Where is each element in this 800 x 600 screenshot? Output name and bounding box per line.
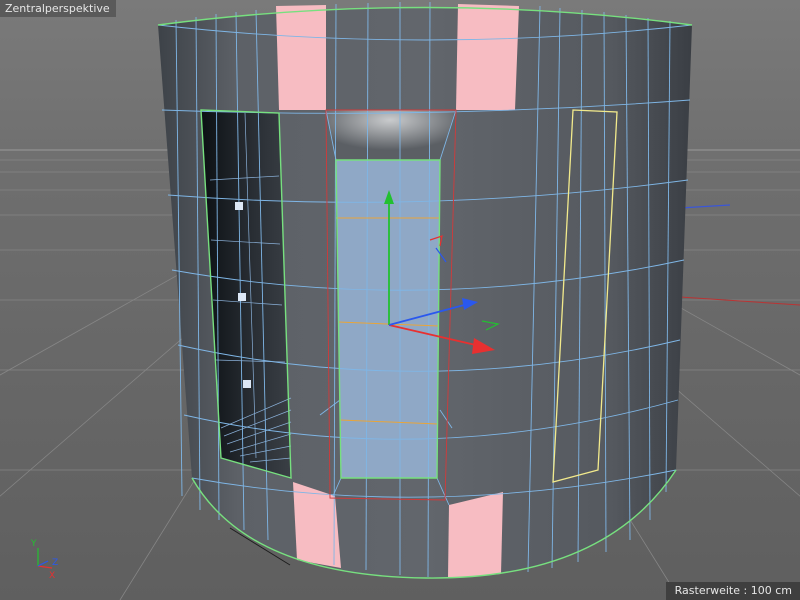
grid-spacing-value: 100 cm xyxy=(750,584,792,597)
axis-label-y: Y xyxy=(30,539,37,549)
highlight-face-top-right[interactable] xyxy=(456,4,519,110)
viewport-3d[interactable]: Y Z X Zentralperspektive Rasterweite : 1… xyxy=(0,0,800,600)
cylinder-object[interactable] xyxy=(157,1,693,579)
selected-face-front[interactable] xyxy=(336,160,440,478)
inner-shaft xyxy=(325,110,455,160)
selected-vertex[interactable] xyxy=(243,380,251,388)
selected-vertex[interactable] xyxy=(238,293,246,301)
viewport-title[interactable]: Zentralperspektive xyxy=(0,0,116,17)
grid-spacing-caption: Rasterweite xyxy=(674,584,741,597)
highlight-face-bottom-right[interactable] xyxy=(448,492,503,578)
scene[interactable]: Y Z X xyxy=(0,0,800,600)
grid-spacing-label: Rasterweite : 100 cm xyxy=(665,582,800,600)
axis-label-x: X xyxy=(49,571,55,581)
selected-vertex[interactable] xyxy=(235,202,243,210)
highlight-face-top-left[interactable] xyxy=(276,5,326,110)
axis-label-z: Z xyxy=(52,558,58,568)
